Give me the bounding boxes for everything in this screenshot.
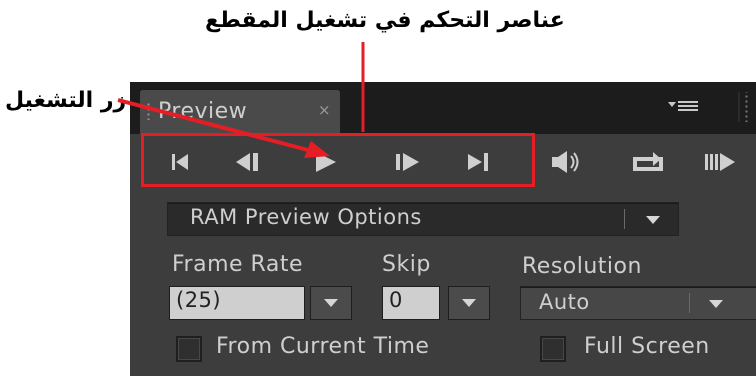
play-callout-arrow-line xyxy=(117,98,309,152)
annotation-arrows xyxy=(117,42,365,158)
play-callout-arrowhead xyxy=(304,141,330,158)
